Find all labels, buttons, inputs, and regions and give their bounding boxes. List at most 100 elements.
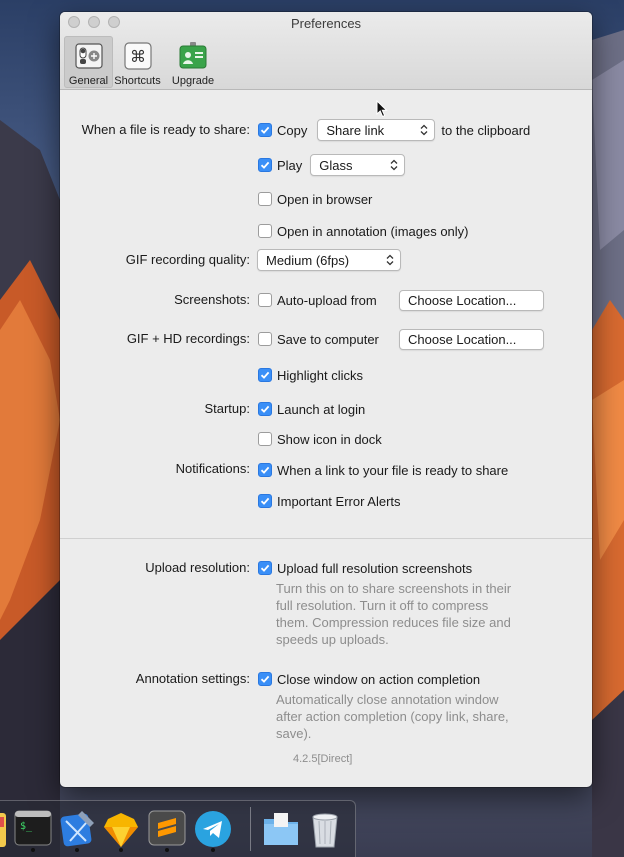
link-ready-label: When a link to your file is ready to sha… — [277, 462, 509, 478]
open-annotation-label: Open in annotation (images only) — [277, 223, 469, 239]
recordings-location-row: Choose Location... — [399, 328, 544, 350]
launch-login-row: Launch at login — [258, 398, 365, 420]
upload-resolution-help: Turn this on to share screenshots in the… — [276, 580, 511, 648]
copy-row: Copy Share link to the clipboard — [258, 119, 530, 141]
section-divider — [60, 538, 592, 539]
dock-icon-checkbox[interactable] — [258, 432, 272, 446]
help-line: Turn this on to share screenshots in the… — [276, 581, 512, 596]
gif-quality-select[interactable]: Medium (6fps) — [257, 249, 401, 271]
tab-shortcuts[interactable]: ⌘ Shortcuts — [113, 36, 162, 88]
launch-login-checkbox[interactable] — [258, 402, 272, 416]
error-alerts-label: Important Error Alerts — [277, 493, 401, 509]
recordings-label: GIF + HD recordings: — [126, 331, 250, 346]
sketch-icon — [104, 813, 138, 847]
checkmark-icon — [260, 466, 270, 474]
downloads-folder-icon — [264, 813, 298, 845]
dock: $_ — [0, 800, 356, 857]
copy-checkbox[interactable] — [258, 123, 272, 137]
auto-upload-checkbox[interactable] — [258, 293, 272, 307]
checkmark-icon — [260, 371, 270, 379]
full-resolution-checkbox[interactable] — [258, 561, 272, 575]
highlight-clicks-label: Highlight clicks — [277, 367, 363, 383]
tab-upgrade[interactable]: Upgrade — [162, 36, 224, 88]
checkmark-icon — [260, 161, 270, 169]
gif-quality-value: Medium (6fps) — [266, 252, 350, 268]
tab-upgrade-label: Upgrade — [171, 75, 215, 87]
upload-resolution-label: Upload resolution: — [145, 560, 250, 575]
command-key-icon: ⌘ — [123, 42, 152, 70]
copy-format-value: Share link — [326, 122, 385, 138]
close-window-label: Close window on action completion — [277, 671, 481, 687]
dock-item-trash[interactable] — [304, 807, 346, 851]
terminal-icon: $_ — [14, 810, 52, 846]
checkmark-icon — [260, 675, 270, 683]
general-settings-pane: When a file is ready to share: Copy Shar… — [60, 91, 592, 787]
titlebar: Preferences General ⌘ Shortcuts Upgrade — [60, 12, 592, 90]
play-checkbox[interactable] — [258, 158, 272, 172]
screenshots-label: Screenshots: — [174, 292, 250, 307]
tab-general[interactable]: General — [64, 36, 113, 88]
sublime-text-icon — [148, 810, 186, 846]
sound-value: Glass — [319, 157, 353, 173]
telegram-icon — [195, 811, 231, 847]
error-alerts-checkbox[interactable] — [258, 494, 272, 508]
close-window-row: Close window on action completion — [258, 668, 480, 690]
mouse-pointer-icon — [376, 100, 388, 118]
highlight-clicks-row: Highlight clicks — [258, 364, 363, 386]
help-line: after action completion (copy link, shar… — [276, 709, 509, 724]
checkmark-icon — [260, 497, 270, 505]
startup-label: Startup: — [204, 401, 250, 416]
help-line: speeds up uploads. — [276, 632, 389, 647]
updown-chevron-icon — [386, 254, 394, 266]
copy-format-select[interactable]: Share link — [317, 119, 436, 141]
full-resolution-row: Upload full resolution screenshots — [258, 557, 472, 579]
screenshots-choose-location-button[interactable]: Choose Location... — [399, 289, 544, 311]
copy-label: Copy — [277, 122, 308, 138]
running-indicator — [211, 848, 215, 852]
open-browser-label: Open in browser — [277, 191, 373, 207]
share-section-label: When a file is ready to share: — [81, 122, 250, 137]
gif-quality-row: Medium (6fps) — [257, 249, 401, 271]
open-browser-checkbox[interactable] — [258, 192, 272, 206]
preferences-toolbar: General ⌘ Shortcuts Upgrade — [64, 36, 224, 88]
dock-item-sketch[interactable] — [100, 807, 142, 852]
save-computer-row: Save to computer — [258, 328, 379, 350]
close-window-checkbox[interactable] — [258, 672, 272, 686]
dock-icon-row: Show icon in dock — [258, 428, 382, 450]
recordings-choose-location-button[interactable]: Choose Location... — [399, 328, 544, 350]
full-resolution-label: Upload full resolution screenshots — [277, 560, 473, 576]
help-line: Automatically close annotation window — [276, 692, 499, 707]
auto-upload-row: Auto-upload from — [258, 289, 377, 311]
link-ready-checkbox[interactable] — [258, 463, 272, 477]
dock-item-sublime[interactable] — [146, 807, 188, 852]
screenshots-location-row: Choose Location... — [399, 289, 544, 311]
notifications-label: Notifications: — [175, 461, 250, 476]
dock-separator — [250, 807, 251, 851]
dock-item-telegram[interactable] — [192, 807, 234, 852]
running-indicator — [165, 848, 169, 852]
save-computer-checkbox[interactable] — [258, 332, 272, 346]
updown-chevron-icon — [420, 124, 428, 136]
svg-text:$_: $_ — [20, 821, 33, 832]
dock-item-xcode[interactable] — [56, 807, 98, 852]
tab-general-label: General — [68, 75, 109, 87]
launch-login-label: Launch at login — [277, 401, 366, 417]
tab-shortcuts-label: Shortcuts — [114, 75, 161, 87]
dock-icon-label: Show icon in dock — [277, 431, 382, 447]
dock-item-downloads[interactable] — [260, 807, 302, 851]
annotation-settings-label: Annotation settings: — [135, 671, 250, 686]
highlight-clicks-checkbox[interactable] — [258, 368, 272, 382]
open-browser-row: Open in browser — [258, 188, 372, 210]
gif-quality-label: GIF recording quality: — [125, 252, 250, 267]
running-indicator — [119, 848, 123, 852]
help-line: save). — [276, 726, 312, 741]
sound-select[interactable]: Glass — [310, 154, 406, 176]
checkmark-icon — [260, 564, 270, 572]
annotation-settings-help: Automatically close annotation window af… — [276, 691, 509, 742]
open-annotation-checkbox[interactable] — [258, 224, 272, 238]
play-row: Play Glass — [258, 154, 406, 176]
badge-upgrade-icon — [179, 42, 207, 69]
dock-item-terminal[interactable]: $_ — [12, 807, 54, 852]
help-line: full resolution. Turn it off to compress — [276, 598, 489, 613]
window-title: Preferences — [290, 16, 362, 31]
